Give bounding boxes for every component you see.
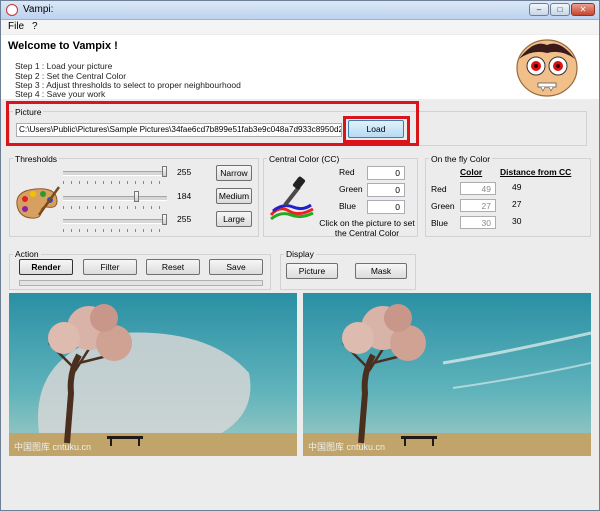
menu-bar: File ?	[1, 20, 599, 34]
menu-help[interactable]: ?	[32, 21, 38, 32]
cc-red-label: Red	[339, 167, 355, 177]
fly-blue-distance: 30	[512, 216, 522, 226]
threshold-3-slider[interactable]	[162, 214, 167, 225]
header-panel: Welcome to Vampix ! Step 1 : Load your p…	[1, 35, 599, 99]
threshold-2-ticks	[63, 206, 167, 209]
fly-color-header: Color	[460, 167, 483, 177]
maximize-icon[interactable]: □	[550, 3, 570, 16]
original-image[interactable]: 中国图库 cntuku.cn	[303, 293, 591, 456]
vampire-logo-icon	[516, 39, 578, 97]
threshold-2-track[interactable]	[63, 196, 167, 201]
threshold-3-track[interactable]	[63, 219, 167, 224]
cc-blue-field[interactable]: 0	[367, 200, 405, 214]
threshold-3-ticks	[63, 229, 167, 232]
cc-hint-text: Click on the picture to set the Central …	[319, 218, 415, 238]
render-button[interactable]: Render	[19, 259, 73, 275]
picture-display-button[interactable]: Picture	[286, 263, 338, 279]
threshold-1-track[interactable]	[63, 171, 167, 176]
fly-blue-label: Blue	[431, 218, 449, 228]
fly-distance-header: Distance from CC	[500, 167, 572, 177]
thresholds-group-label: Thresholds	[13, 154, 60, 164]
central-color-label: Central Color (CC)	[267, 154, 342, 164]
cc-blue-label: Blue	[339, 201, 357, 211]
threshold-1-ticks	[63, 181, 167, 184]
cc-green-field[interactable]: 0	[367, 183, 405, 197]
app-icon	[6, 4, 18, 16]
threshold-1-slider[interactable]	[162, 166, 167, 177]
threshold-2-slider[interactable]	[134, 191, 140, 202]
fly-red-field: 49	[460, 182, 496, 195]
watermark-left: 中国图库 cntuku.cn	[14, 442, 92, 452]
threshold-3-value: 255	[177, 214, 192, 224]
original-image-scene	[303, 293, 591, 456]
narrow-button[interactable]: Narrow	[216, 165, 252, 181]
menu-file[interactable]: File	[8, 21, 24, 32]
progress-bar	[19, 280, 263, 286]
medium-button[interactable]: Medium	[216, 188, 252, 204]
mask-display-button[interactable]: Mask	[355, 263, 407, 279]
threshold-2-value: 184	[177, 191, 192, 201]
watermark-right: 中国图库 cntuku.cn	[308, 442, 386, 452]
filter-button[interactable]: Filter	[83, 259, 137, 275]
fly-green-distance: 27	[512, 199, 522, 209]
fly-red-label: Red	[431, 184, 447, 194]
cc-green-label: Green	[339, 184, 363, 194]
threshold-1-value: 255	[177, 167, 192, 177]
close-icon[interactable]: ✕	[571, 3, 595, 16]
step-1: Step 1 : Load your picture	[15, 61, 113, 71]
rendered-image-scene	[9, 293, 297, 456]
display-group-label: Display	[284, 249, 316, 259]
fly-green-label: Green	[431, 201, 455, 211]
fly-green-field: 27	[460, 199, 496, 212]
cc-red-field[interactable]: 0	[367, 166, 405, 180]
large-button[interactable]: Large	[216, 211, 252, 227]
fly-blue-field: 30	[460, 216, 496, 229]
app-window: Vampi: – □ ✕ File ? Welcome to Vampix ! …	[0, 0, 600, 511]
minimize-icon[interactable]: –	[529, 3, 549, 16]
palette-icon	[16, 186, 61, 219]
rendered-image[interactable]: 中国图库 cntuku.cn	[9, 293, 297, 456]
window-title: Vampi:	[23, 4, 54, 15]
eyedropper-icon	[269, 176, 314, 221]
fly-color-label: On the fly Color	[429, 154, 493, 164]
step-4: Step 4 : Save your work	[15, 89, 106, 99]
load-button[interactable]: Load	[348, 120, 404, 138]
action-group-label: Action	[13, 249, 41, 259]
reset-button[interactable]: Reset	[146, 259, 200, 275]
title-bar: Vampi: – □ ✕	[1, 1, 599, 20]
welcome-title: Welcome to Vampix !	[8, 40, 118, 52]
fly-red-distance: 49	[512, 182, 522, 192]
save-button[interactable]: Save	[209, 259, 263, 275]
